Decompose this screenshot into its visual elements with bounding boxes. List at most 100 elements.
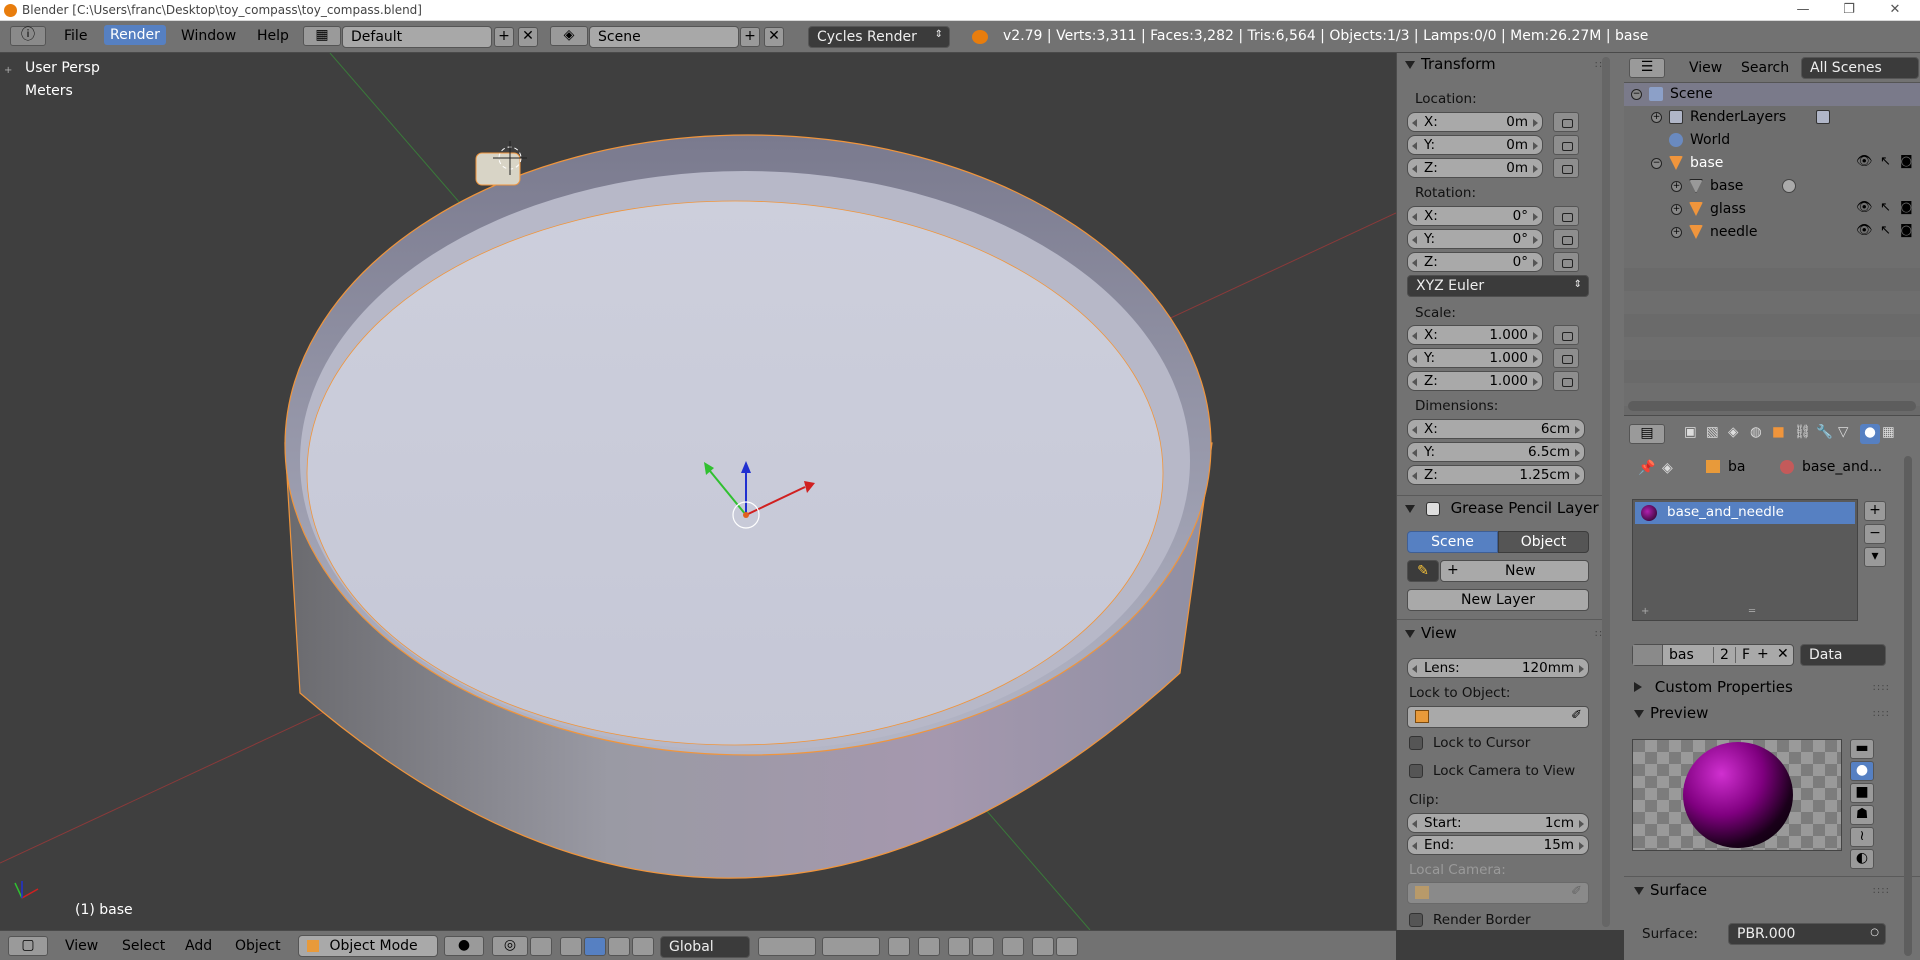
pivot-point-icon[interactable]: ◎ — [492, 936, 528, 956]
outliner-item-scene[interactable]: − Scene — [1624, 83, 1920, 106]
location-x-field[interactable]: X: 0m — [1407, 112, 1543, 132]
npanel-scrollbar[interactable] — [1602, 57, 1610, 927]
scale-x-field[interactable]: X: 1.000 — [1407, 325, 1543, 345]
outliner-hscrollbar[interactable] — [1628, 401, 1916, 411]
unlink-material-icon[interactable]: ✕ — [1777, 646, 1789, 662]
location-y-lock-icon[interactable] — [1553, 135, 1579, 155]
tab-grease-object[interactable]: Object — [1498, 531, 1589, 553]
collapse-icon[interactable]: − — [1631, 89, 1642, 100]
selectability-cursor-icon[interactable]: ↖ — [1880, 223, 1891, 238]
menu-render[interactable]: Render — [104, 25, 166, 45]
scene-layers-1-icon[interactable] — [758, 937, 816, 956]
transform-orientation-dropdown[interactable]: Global — [660, 936, 750, 958]
rotation-y-field[interactable]: Y: 0° — [1407, 229, 1543, 249]
material-datablock-name[interactable]: bas — [1669, 647, 1694, 663]
rotate-manipulator-icon[interactable] — [608, 937, 630, 956]
data-tab-icon[interactable]: ▽ — [1838, 424, 1848, 440]
menu-window[interactable]: Window — [181, 28, 236, 44]
rotation-x-field[interactable]: X: 0° — [1407, 206, 1543, 226]
remove-material-slot-icon[interactable]: − — [1864, 524, 1886, 544]
maximize-button[interactable]: ❐ — [1826, 0, 1872, 21]
modifiers-tab-icon[interactable]: 🔧 — [1816, 424, 1833, 440]
rotation-z-lock-icon[interactable] — [1553, 252, 1579, 272]
list-filter-icon[interactable]: + — [1641, 606, 1649, 617]
material-link-dropdown[interactable]: Data — [1800, 644, 1886, 666]
rotation-y-lock-icon[interactable] — [1553, 229, 1579, 249]
preview-sphere-button[interactable]: ● — [1850, 761, 1874, 781]
scene-icon[interactable]: ◈ — [550, 26, 588, 46]
new-layer-button[interactable]: New Layer — [1407, 589, 1589, 611]
world-tab-icon[interactable]: ◍ — [1750, 424, 1762, 440]
expand-icon[interactable]: + — [1671, 227, 1682, 238]
editor-type-outliner-icon[interactable]: ☰ — [1629, 58, 1665, 78]
lock-cursor-checkbox[interactable] — [1409, 736, 1423, 750]
visibility-eye-icon[interactable]: 👁 — [1856, 154, 1873, 169]
outliner-item-world[interactable]: World — [1624, 129, 1920, 152]
grease-pencil-panel-header[interactable]: Grease Pencil Layer — [1405, 499, 1599, 517]
material-slot-item[interactable]: base_and_needle — [1635, 502, 1855, 524]
material-tab-icon[interactable]: ● — [1860, 424, 1880, 444]
dimensions-y-field[interactable]: Y: 6.5cm — [1407, 442, 1585, 462]
opengl-animation-icon[interactable] — [1056, 937, 1078, 956]
minimize-button[interactable]: — — [1780, 0, 1826, 21]
grease-pencil-icon[interactable]: ✎ — [1407, 560, 1439, 582]
scene-field[interactable]: Scene — [589, 26, 739, 48]
fake-user-toggle[interactable]: F — [1735, 647, 1750, 663]
tab-grease-scene[interactable]: Scene — [1407, 531, 1498, 553]
screen-layout-field[interactable]: Default — [342, 26, 492, 48]
selectability-cursor-icon[interactable]: ↖ — [1880, 154, 1891, 169]
grease-new-button[interactable]: + New — [1440, 560, 1589, 582]
dimensions-z-field[interactable]: Z: 1.25cm — [1407, 465, 1585, 485]
outliner-item-glass[interactable]: + glass 👁 ↖ ◙ — [1624, 198, 1920, 221]
remove-scene-icon[interactable]: ✕ — [764, 27, 784, 47]
node-link-icon[interactable]: ○ — [1870, 927, 1879, 938]
properties-scrollbar[interactable] — [1904, 456, 1912, 956]
remove-layout-icon[interactable]: ✕ — [518, 27, 538, 47]
outliner-item-base-object[interactable]: − base 👁 ↖ ◙ — [1624, 152, 1920, 175]
preview-monkey-icon[interactable]: ☗ — [1850, 805, 1874, 825]
clip-end-field[interactable]: End: 15m — [1407, 835, 1589, 855]
location-z-lock-icon[interactable] — [1553, 158, 1579, 178]
panel-drag-handle-icon[interactable]: :::: — [1873, 682, 1890, 693]
renderability-camera-icon[interactable]: ◙ — [1900, 200, 1913, 215]
outliner-display-mode-dropdown[interactable]: All Scenes — [1801, 57, 1919, 79]
renderability-camera-icon[interactable]: ◙ — [1900, 154, 1913, 169]
render-tab-icon[interactable]: ▣ — [1684, 424, 1697, 440]
preview-panel-header[interactable]: Preview — [1634, 704, 1708, 722]
scale-y-lock-icon[interactable] — [1553, 348, 1579, 368]
location-y-field[interactable]: Y: 0m — [1407, 135, 1543, 155]
grease-pencil-enable-checkbox[interactable] — [1425, 501, 1440, 516]
expand-icon[interactable]: + — [1671, 204, 1682, 215]
rotation-z-field[interactable]: Z: 0° — [1407, 252, 1543, 272]
texture-tab-icon[interactable]: ▦ — [1882, 424, 1895, 440]
scene-tab-icon[interactable]: ◈ — [1728, 424, 1738, 440]
lens-field[interactable]: Lens: 120mm — [1407, 658, 1589, 678]
scene-layers-2-icon[interactable] — [822, 937, 880, 956]
translate-manipulator-icon[interactable] — [584, 937, 606, 956]
viewport-shading-icon[interactable]: ● — [444, 936, 484, 956]
panel-drag-handle-icon[interactable]: :::: — [1873, 885, 1890, 896]
preview-sky-icon[interactable]: ◐ — [1850, 849, 1874, 869]
menu-help[interactable]: Help — [257, 28, 289, 44]
location-x-lock-icon[interactable] — [1553, 112, 1579, 132]
surface-shader-field[interactable]: PBR.000 ○ — [1728, 923, 1886, 945]
add-scene-icon[interactable]: + — [740, 27, 760, 47]
screen-layout-icon[interactable]: ▦ — [303, 26, 341, 46]
material-icon[interactable] — [1782, 179, 1796, 193]
add-layout-icon[interactable]: + — [494, 27, 514, 47]
view-panel-header[interactable]: View — [1405, 624, 1457, 642]
expand-icon[interactable]: + — [1651, 112, 1662, 123]
menu-add[interactable]: Add — [185, 938, 212, 954]
scale-z-field[interactable]: Z: 1.000 — [1407, 371, 1543, 391]
close-button[interactable]: ✕ — [1872, 0, 1918, 21]
menu-view[interactable]: View — [65, 938, 98, 954]
render-border-checkbox[interactable] — [1409, 913, 1423, 927]
menu-object[interactable]: Object — [235, 938, 281, 954]
clip-start-field[interactable]: Start: 1cm — [1407, 813, 1589, 833]
layers-tab-icon[interactable]: ▧ — [1706, 424, 1719, 440]
lock-camera-checkbox[interactable] — [1409, 764, 1423, 778]
editor-type-info-icon[interactable]: ⓘ — [10, 26, 46, 46]
preview-cube-icon[interactable]: ■ — [1850, 783, 1874, 803]
lock-layers-icon[interactable] — [888, 937, 910, 956]
add-material-slot-icon[interactable]: + — [1864, 501, 1886, 521]
